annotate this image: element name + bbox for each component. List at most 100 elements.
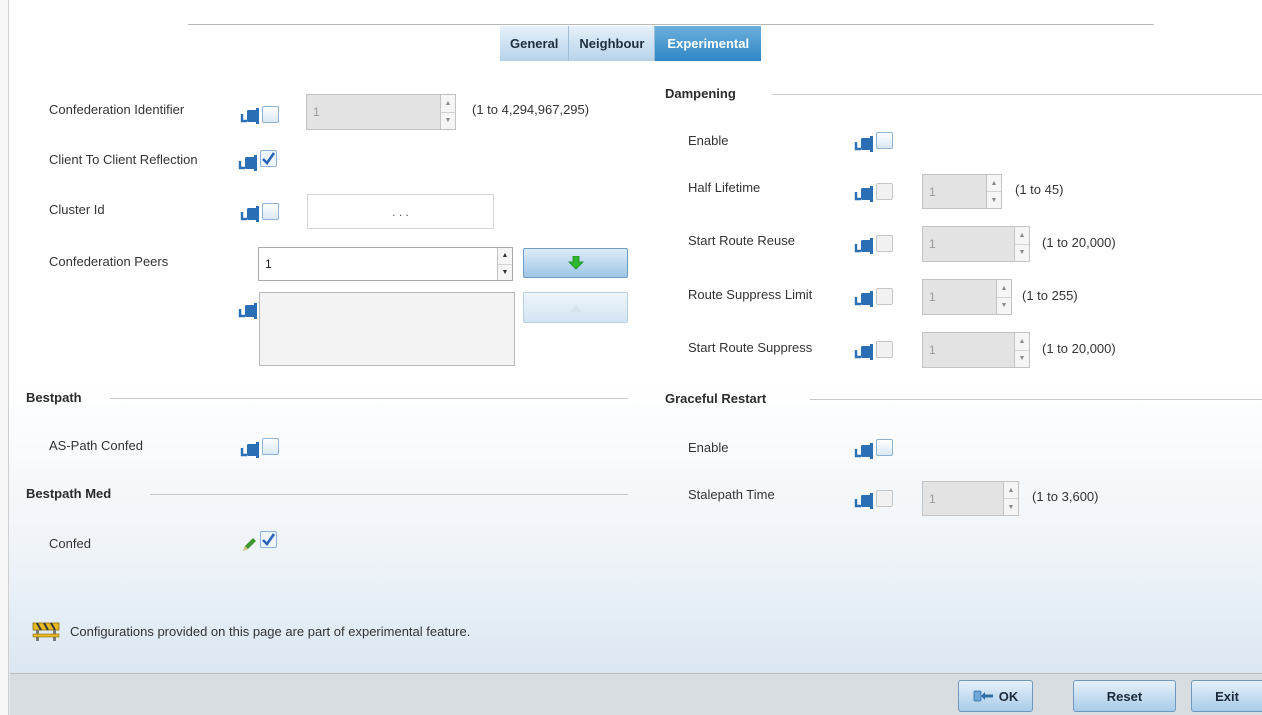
confederation-peers-spinner[interactable]: 1 ▲ ▼ bbox=[258, 247, 513, 281]
override-pin-icon[interactable] bbox=[853, 185, 875, 203]
confederation-peers-label: Confederation Peers bbox=[49, 254, 169, 269]
spinner-arrows: ▲ ▼ bbox=[497, 248, 512, 280]
graceful-restart-enable-checkbox[interactable] bbox=[876, 439, 893, 456]
override-pin-icon[interactable] bbox=[237, 302, 259, 320]
confederation-identifier-spinner[interactable]: 1 ▲ ▼ bbox=[306, 94, 456, 130]
arrow-up-icon bbox=[569, 303, 582, 312]
confederation-identifier-range: (1 to 4,294,967,295) bbox=[472, 102, 590, 117]
spinner-arrows: ▲ ▼ bbox=[996, 280, 1011, 314]
spin-up-icon[interactable]: ▲ bbox=[1004, 482, 1018, 499]
half-lifetime-spinner[interactable]: 1 ▲ ▼ bbox=[922, 174, 1002, 209]
confederation-identifier-value: 1 bbox=[313, 105, 320, 119]
section-divider bbox=[772, 94, 1262, 95]
section-divider bbox=[810, 399, 1262, 400]
confederation-peers-list[interactable] bbox=[259, 292, 515, 366]
spin-down-icon[interactable]: ▼ bbox=[498, 265, 512, 281]
spin-down-icon[interactable]: ▼ bbox=[1004, 499, 1018, 515]
override-pin-icon[interactable] bbox=[853, 442, 875, 460]
override-pin-icon[interactable] bbox=[239, 205, 261, 223]
tab-bar: General Neighbour Experimental bbox=[500, 26, 762, 61]
tab-general[interactable]: General bbox=[500, 26, 570, 61]
override-pin-icon[interactable] bbox=[853, 290, 875, 308]
confed-label: Confed bbox=[49, 536, 91, 551]
dampening-enable-label: Enable bbox=[688, 133, 729, 148]
cluster-id-checkbox[interactable] bbox=[262, 203, 279, 220]
ok-arrow-icon bbox=[973, 690, 993, 702]
confederation-peers-value: 1 bbox=[265, 257, 272, 271]
route-suppress-limit-checkbox[interactable] bbox=[876, 288, 893, 305]
dampening-section-title: Dampening bbox=[665, 86, 736, 101]
start-route-suppress-range: (1 to 20,000) bbox=[1042, 341, 1116, 356]
arrow-down-green-icon bbox=[567, 256, 584, 270]
spin-up-icon[interactable]: ▲ bbox=[997, 280, 1011, 298]
spinner-arrows: ▲ ▼ bbox=[1014, 333, 1029, 367]
start-route-reuse-spinner[interactable]: 1 ▲ ▼ bbox=[922, 226, 1030, 262]
override-pin-icon[interactable] bbox=[853, 492, 875, 510]
reset-button[interactable]: Reset bbox=[1073, 680, 1176, 712]
start-route-suppress-checkbox[interactable] bbox=[876, 341, 893, 358]
tab-neighbour[interactable]: Neighbour bbox=[569, 26, 656, 61]
spinner-arrows: ▲ ▼ bbox=[440, 95, 455, 129]
half-lifetime-label: Half Lifetime bbox=[688, 180, 761, 195]
bestpath-med-section-title: Bestpath Med bbox=[26, 486, 112, 501]
confed-checkbox[interactable] bbox=[260, 531, 277, 548]
override-pin-icon[interactable] bbox=[853, 237, 875, 255]
checkmark-icon bbox=[262, 152, 276, 166]
dampening-enable-checkbox[interactable] bbox=[876, 132, 893, 149]
cluster-id-label: Cluster Id bbox=[49, 202, 105, 217]
experimental-notice: Configurations provided on this page are… bbox=[70, 624, 471, 639]
confederation-identifier-label: Confederation Identifier bbox=[49, 102, 185, 117]
override-pin-icon[interactable] bbox=[853, 343, 875, 361]
half-lifetime-checkbox[interactable] bbox=[876, 183, 893, 200]
override-pin-icon[interactable] bbox=[239, 107, 261, 125]
exit-button-label: Exit bbox=[1215, 688, 1239, 704]
ok-button-label: OK bbox=[998, 688, 1019, 704]
override-pin-icon[interactable] bbox=[853, 135, 875, 153]
confederation-identifier-checkbox[interactable] bbox=[262, 106, 279, 123]
spin-down-icon[interactable]: ▼ bbox=[997, 298, 1011, 315]
override-pin-icon[interactable] bbox=[239, 441, 261, 459]
ok-button[interactable]: OK bbox=[958, 680, 1033, 712]
half-lifetime-range: (1 to 45) bbox=[1015, 182, 1064, 197]
start-route-reuse-value: 1 bbox=[929, 237, 936, 251]
section-divider bbox=[110, 398, 628, 399]
left-edge-panel bbox=[0, 0, 9, 715]
route-suppress-limit-range: (1 to 255) bbox=[1022, 288, 1078, 303]
tab-experimental[interactable]: Experimental bbox=[655, 26, 762, 61]
stalepath-time-checkbox[interactable] bbox=[876, 490, 893, 507]
spin-down-icon[interactable]: ▼ bbox=[1015, 351, 1029, 368]
spin-down-icon[interactable]: ▼ bbox=[441, 113, 455, 130]
start-route-reuse-checkbox[interactable] bbox=[876, 235, 893, 252]
stalepath-time-value: 1 bbox=[929, 491, 936, 506]
spinner-arrows: ▲ ▼ bbox=[1014, 227, 1029, 261]
as-path-confed-checkbox[interactable] bbox=[262, 438, 279, 455]
route-suppress-limit-spinner[interactable]: 1 ▲ ▼ bbox=[922, 279, 1012, 315]
spin-up-icon[interactable]: ▲ bbox=[498, 248, 512, 265]
stalepath-time-label: Stalepath Time bbox=[688, 487, 775, 502]
spin-up-icon[interactable]: ▲ bbox=[441, 95, 455, 113]
start-route-reuse-range: (1 to 20,000) bbox=[1042, 235, 1116, 250]
start-route-suppress-spinner[interactable]: 1 ▲ ▼ bbox=[922, 332, 1030, 368]
add-peer-button[interactable] bbox=[523, 248, 628, 278]
client-to-client-reflection-checkbox[interactable] bbox=[260, 150, 277, 167]
stalepath-time-range: (1 to 3,600) bbox=[1032, 489, 1099, 504]
override-pin-icon[interactable] bbox=[237, 154, 259, 172]
spinner-arrows: ▲ ▼ bbox=[986, 175, 1001, 208]
edit-pencil-icon[interactable] bbox=[240, 536, 258, 554]
start-route-suppress-value: 1 bbox=[929, 343, 936, 357]
spin-up-icon[interactable]: ▲ bbox=[987, 175, 1001, 192]
remove-peer-button[interactable] bbox=[523, 292, 628, 323]
top-divider bbox=[188, 24, 1154, 25]
stalepath-time-spinner[interactable]: 1 ▲ ▼ bbox=[922, 481, 1019, 516]
client-to-client-reflection-label: Client To Client Reflection bbox=[49, 152, 198, 167]
spin-down-icon[interactable]: ▼ bbox=[1015, 245, 1029, 262]
half-lifetime-value: 1 bbox=[929, 184, 936, 199]
spin-down-icon[interactable]: ▼ bbox=[987, 192, 1001, 208]
route-suppress-limit-label: Route Suppress Limit bbox=[688, 287, 813, 302]
exit-button[interactable]: Exit bbox=[1191, 680, 1262, 712]
reset-button-label: Reset bbox=[1106, 688, 1143, 704]
cluster-id-ip-field[interactable]: . . . bbox=[307, 194, 494, 229]
section-divider bbox=[150, 494, 628, 495]
spin-up-icon[interactable]: ▲ bbox=[1015, 333, 1029, 351]
spin-up-icon[interactable]: ▲ bbox=[1015, 227, 1029, 245]
